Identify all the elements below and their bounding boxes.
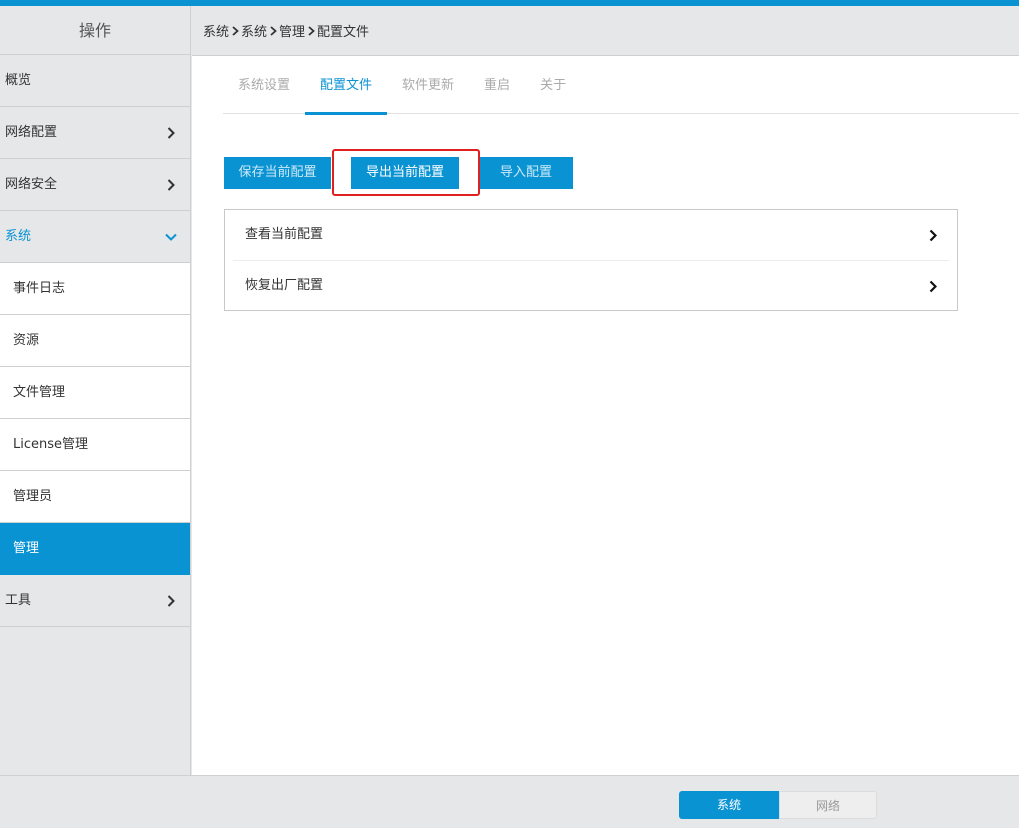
sidebar-item-overview[interactable]: 概览 bbox=[0, 55, 190, 107]
config-action-list: 查看当前配置 恢复出厂配置 bbox=[224, 209, 958, 311]
sidebar-subitem-management[interactable]: 管理 bbox=[0, 523, 190, 575]
restore-factory-config-item[interactable]: 恢复出厂配置 bbox=[233, 260, 949, 310]
chevron-right-icon bbox=[164, 107, 178, 158]
tab-system-settings[interactable]: 系统设置 bbox=[223, 56, 305, 114]
footer-bar: 系统 网络 bbox=[0, 775, 1019, 828]
tab-restart[interactable]: 重启 bbox=[469, 56, 525, 114]
export-current-config-button[interactable]: 导出当前配置 bbox=[351, 157, 459, 189]
sidebar-item-system[interactable]: 系统 bbox=[0, 211, 190, 263]
chevron-right-icon bbox=[230, 25, 240, 37]
breadcrumb-item[interactable]: 管理 bbox=[279, 21, 305, 40]
list-item-label: 恢复出厂配置 bbox=[245, 278, 324, 293]
breadcrumb-item[interactable]: 系统 bbox=[203, 21, 229, 40]
sidebar-item-label: 系统 bbox=[5, 229, 32, 244]
breadcrumb-current: 配置文件 bbox=[317, 25, 370, 40]
sidebar-subitem-license-management[interactable]: License管理 bbox=[0, 419, 190, 471]
tab-config-files[interactable]: 配置文件 bbox=[305, 56, 388, 115]
chevron-right-icon bbox=[927, 261, 939, 311]
sidebar-subitem-event-log[interactable]: 事件日志 bbox=[0, 263, 190, 315]
list-item-label: 查看当前配置 bbox=[245, 227, 324, 242]
chevron-right-icon bbox=[927, 210, 939, 260]
sidebar-item-label: 概览 bbox=[5, 73, 32, 88]
tab-about[interactable]: 关于 bbox=[525, 56, 581, 114]
chevron-right-icon bbox=[164, 575, 178, 626]
sidebar-subitem-file-management[interactable]: 文件管理 bbox=[0, 367, 190, 419]
sidebar-item-tools[interactable]: 工具 bbox=[0, 575, 190, 627]
footer-tab-network[interactable]: 网络 bbox=[779, 791, 877, 819]
chevron-right-icon bbox=[268, 25, 278, 37]
tab-bar: 系统设置 配置文件 软件更新 重启 关于 bbox=[223, 56, 1019, 115]
sidebar-item-network-security[interactable]: 网络安全 bbox=[0, 159, 190, 211]
sidebar-item-network-config[interactable]: 网络配置 bbox=[0, 107, 190, 159]
sidebar-subitem-administrators[interactable]: 管理员 bbox=[0, 471, 190, 523]
chevron-right-icon bbox=[306, 25, 316, 37]
breadcrumb: 系统 系统 管理 配置文件 bbox=[192, 6, 1019, 56]
save-current-config-button[interactable]: 保存当前配置 bbox=[224, 157, 331, 189]
import-config-button[interactable]: 导入配置 bbox=[479, 157, 573, 189]
sidebar-item-label: 网络配置 bbox=[5, 125, 58, 140]
sidebar-item-label: 工具 bbox=[5, 593, 32, 608]
chevron-down-icon bbox=[164, 211, 178, 262]
main-content: 系统设置 配置文件 软件更新 重启 关于 保存当前配置 导出当前配置 导入配置 … bbox=[192, 56, 1019, 775]
sidebar-item-label: 网络安全 bbox=[5, 177, 58, 192]
sidebar: 操作 概览 网络配置 网络安全 系统 事件日志 资源 文件管理 License管… bbox=[0, 6, 191, 775]
footer-tab-system[interactable]: 系统 bbox=[679, 791, 779, 819]
view-current-config-item[interactable]: 查看当前配置 bbox=[225, 210, 957, 260]
tab-software-update[interactable]: 软件更新 bbox=[387, 56, 469, 114]
sidebar-header: 操作 bbox=[0, 6, 190, 55]
chevron-right-icon bbox=[164, 159, 178, 210]
sidebar-subitem-resources[interactable]: 资源 bbox=[0, 315, 190, 367]
breadcrumb-item[interactable]: 系统 bbox=[241, 21, 267, 40]
